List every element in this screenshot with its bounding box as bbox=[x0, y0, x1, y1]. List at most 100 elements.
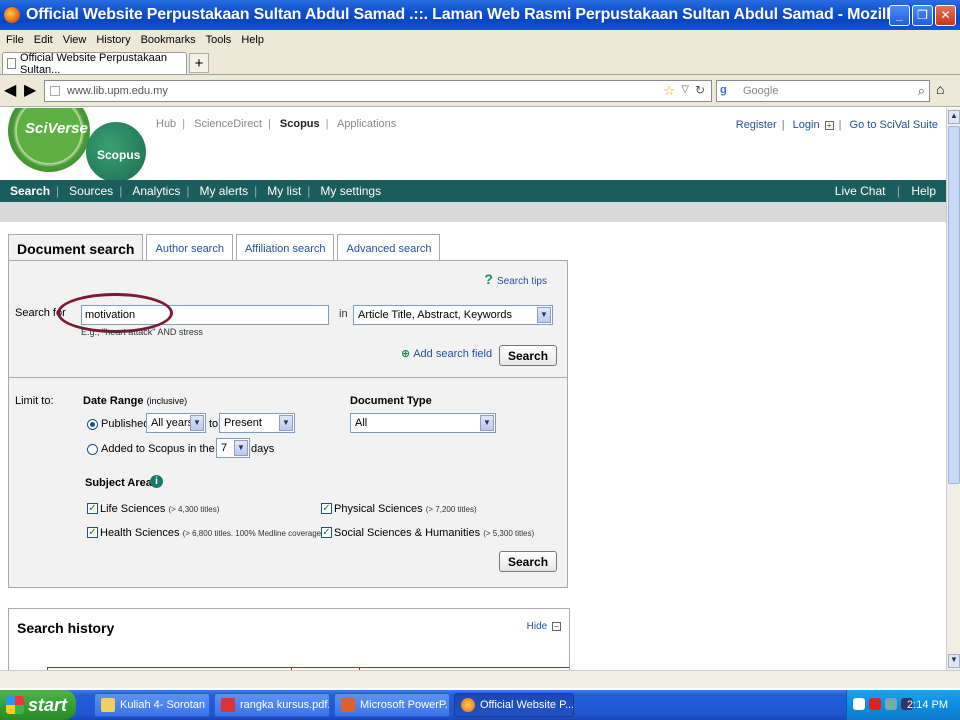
task-firefox[interactable]: Official Website P... bbox=[454, 693, 574, 717]
search-history-title: Search history bbox=[17, 620, 115, 636]
network-icon[interactable] bbox=[885, 698, 897, 710]
tray-arrow-icon[interactable] bbox=[853, 698, 865, 710]
antivirus-icon[interactable] bbox=[869, 698, 881, 710]
vertical-scrollbar[interactable]: ▲ ▼ bbox=[946, 108, 960, 670]
menu-view[interactable]: View bbox=[63, 34, 87, 46]
search-button[interactable]: Search bbox=[499, 345, 558, 366]
register-link[interactable]: Register bbox=[736, 119, 777, 131]
link-scopus[interactable]: Scopus bbox=[280, 118, 320, 130]
start-button[interactable]: start bbox=[0, 690, 76, 720]
link-hub[interactable]: Hub bbox=[156, 118, 176, 130]
task-powerpoint[interactable]: Microsoft PowerP... bbox=[334, 693, 450, 717]
social-sciences-label: Social Sciences & Humanities (> 5,300 ti… bbox=[334, 527, 535, 539]
horizontal-scrollbar[interactable] bbox=[0, 670, 960, 688]
physical-sciences-label: Physical Sciences (> 7,200 titles) bbox=[334, 503, 477, 515]
document-type-label: Document Type bbox=[350, 395, 432, 407]
scopus-logo-text: Scopus bbox=[97, 148, 141, 162]
nav-my-settings[interactable]: My settings bbox=[320, 184, 381, 198]
maximize-button[interactable]: ❐ bbox=[912, 4, 933, 26]
info-icon[interactable]: i bbox=[150, 475, 163, 488]
nav-sources[interactable]: Sources bbox=[69, 184, 113, 198]
tab-advanced-search[interactable]: Advanced search bbox=[337, 234, 441, 262]
url-bar[interactable]: www.lib.upm.edu.my ☆ ▽ ↻ bbox=[44, 80, 712, 102]
from-year-select[interactable]: All years ▼ bbox=[146, 413, 206, 433]
document-search-panel: ?Search tips Search for E.g., "heart att… bbox=[8, 260, 568, 588]
menu-tools[interactable]: Tools bbox=[206, 34, 232, 46]
hide-history-link[interactable]: Hide − bbox=[527, 621, 561, 632]
chevron-down-icon: ▼ bbox=[480, 415, 494, 431]
days-select[interactable]: 7 ▼ bbox=[216, 438, 250, 458]
home-icon[interactable]: ⌂ bbox=[936, 81, 956, 101]
scroll-up-icon[interactable]: ▲ bbox=[948, 110, 960, 124]
search-icon[interactable]: ⌕ bbox=[918, 83, 925, 99]
scival-link[interactable]: Go to SciVal Suite bbox=[850, 119, 938, 131]
health-sciences-checkbox[interactable]: ✓ bbox=[87, 527, 98, 538]
folder-icon bbox=[101, 698, 115, 712]
in-label: in bbox=[339, 308, 348, 320]
back-arrow-icon[interactable]: ◀ bbox=[4, 80, 22, 100]
physical-sciences-checkbox[interactable]: ✓ bbox=[321, 503, 332, 514]
clock: 2:14 PM bbox=[907, 699, 948, 711]
live-chat-link[interactable]: Live Chat bbox=[835, 184, 886, 198]
add-search-field-link[interactable]: ⊕Add search field | bbox=[401, 347, 504, 360]
added-radio[interactable] bbox=[87, 444, 98, 455]
menu-file[interactable]: File bbox=[6, 34, 24, 46]
history-table-header bbox=[47, 667, 569, 668]
limit-to-label: Limit to: bbox=[15, 395, 54, 407]
scroll-thumb[interactable] bbox=[948, 126, 960, 484]
google-icon[interactable]: g bbox=[720, 84, 734, 98]
url-dropdown-icon[interactable]: ▽ bbox=[681, 84, 689, 95]
nav-search[interactable]: Search bbox=[10, 184, 50, 198]
reload-icon[interactable]: ↻ bbox=[695, 83, 705, 97]
menu-help[interactable]: Help bbox=[241, 34, 264, 46]
life-sciences-checkbox[interactable]: ✓ bbox=[87, 503, 98, 514]
menu-edit[interactable]: Edit bbox=[34, 34, 53, 46]
help-link[interactable]: Help bbox=[911, 184, 936, 198]
browser-tab[interactable]: Official Website Perpustakaan Sultan... bbox=[2, 51, 187, 76]
sciverse-logo-text: SciVerse bbox=[25, 120, 88, 137]
site-identity-icon[interactable] bbox=[50, 86, 60, 96]
menu-bookmarks[interactable]: Bookmarks bbox=[141, 34, 196, 46]
scroll-down-icon[interactable]: ▼ bbox=[948, 654, 960, 668]
main-nav-bar: Search | Sources | Analytics | My alerts | M… bbox=[0, 180, 946, 202]
bookmark-star-icon[interactable]: ☆ bbox=[663, 83, 675, 99]
tab-document-search[interactable]: Document search bbox=[8, 234, 144, 263]
nav-my-list[interactable]: My list bbox=[267, 184, 301, 198]
menu-history[interactable]: History bbox=[96, 34, 130, 46]
search-button-bottom[interactable]: Search bbox=[499, 551, 558, 572]
browser-tab-label: Official Website Perpustakaan Sultan... bbox=[19, 51, 167, 76]
pdf-icon bbox=[221, 698, 235, 712]
chevron-down-icon: ▼ bbox=[537, 307, 551, 323]
search-field-select[interactable]: Article Title, Abstract, Keywords ▼ bbox=[353, 305, 553, 325]
login-link[interactable]: Login bbox=[793, 119, 820, 131]
task-kuliah[interactable]: Kuliah 4- Sorotan ... bbox=[94, 693, 210, 717]
subject-areas-label: Subject Areas bbox=[85, 477, 158, 489]
tab-author-search[interactable]: Author search bbox=[146, 234, 233, 262]
social-sciences-checkbox[interactable]: ✓ bbox=[321, 527, 332, 538]
forward-arrow-icon[interactable]: ▶ bbox=[24, 80, 42, 100]
date-range-label: Date Range (inclusive) bbox=[83, 395, 188, 407]
minimize-button[interactable]: _ bbox=[889, 4, 910, 26]
login-expand-icon[interactable]: + bbox=[824, 121, 834, 130]
task-rangka-kursus[interactable]: rangka kursus.pdf... bbox=[214, 693, 330, 717]
new-tab-button[interactable]: + bbox=[189, 53, 209, 73]
page-content: SciVerse Scopus Hub | ScienceDirect | Scop… bbox=[0, 108, 946, 670]
link-applications[interactable]: Applications bbox=[337, 118, 396, 130]
document-type-select[interactable]: All ▼ bbox=[350, 413, 496, 433]
nav-analytics[interactable]: Analytics bbox=[132, 184, 180, 198]
web-search-field[interactable]: g Google ⌕ bbox=[716, 80, 930, 102]
firefox-icon bbox=[4, 7, 20, 23]
close-button[interactable]: ✕ bbox=[935, 4, 956, 26]
windows-taskbar: start Kuliah 4- Sorotan ... rangka kursu… bbox=[0, 690, 960, 720]
sciverse-logo[interactable] bbox=[8, 108, 90, 172]
chevron-down-icon: ▼ bbox=[190, 415, 204, 431]
nav-my-alerts[interactable]: My alerts bbox=[199, 184, 248, 198]
tab-affiliation-search[interactable]: Affiliation search bbox=[235, 234, 335, 262]
published-label: Published bbox=[101, 418, 150, 430]
search-tips-link[interactable]: ? Search tips bbox=[484, 271, 547, 287]
account-links: Register | Login + | Go to SciVal Suite bbox=[735, 119, 938, 131]
published-radio[interactable] bbox=[87, 419, 98, 430]
link-sciencedirect[interactable]: ScienceDirect bbox=[194, 118, 262, 130]
to-year-select[interactable]: Present ▼ bbox=[219, 413, 295, 433]
add-field-icon: ⊕ bbox=[401, 348, 411, 360]
